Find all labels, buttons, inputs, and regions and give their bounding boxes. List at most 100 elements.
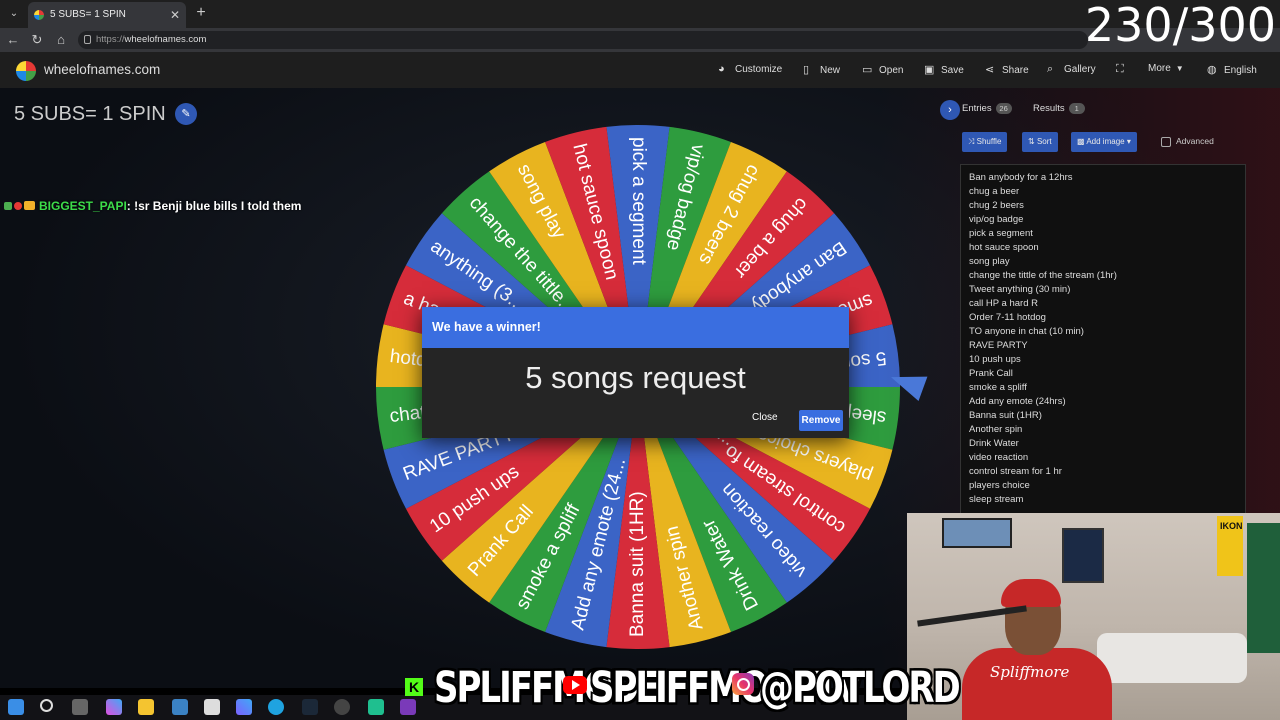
new-tab-button[interactable]: + [192,4,210,22]
streamer-cap [1001,579,1061,607]
new-label: New [820,65,841,76]
back-arrow-icon[interactable]: ← [4,31,22,49]
sort-button[interactable]: ⇅ Sort [1022,132,1058,152]
entry-item: chug a beer [969,186,1020,197]
add-image-button[interactable]: ▩ Add image ▾ [1071,132,1137,152]
url-scheme: https:// [96,34,125,45]
advanced-label: Advanced [1176,136,1214,146]
task-view-icon[interactable] [72,699,88,715]
chevron-down-icon: ▼ [1175,64,1184,73]
entry-item: smoke a spliff [969,382,1027,393]
windows-start-icon[interactable] [8,699,24,715]
streamer-hoodie [962,648,1112,720]
sort-label: Sort [1036,137,1052,146]
language-button[interactable]: ◍ English [1207,63,1257,76]
screen: ⌄ 5 SUBS= 1 SPIN ✕ + ← ↻ ⌂ https://wheel… [0,0,1280,720]
lock-icon [84,35,91,44]
chat-badge-icon [24,201,35,210]
steam-icon[interactable] [302,699,318,715]
collapse-panel-chevron-icon[interactable]: › [940,100,960,120]
sub-goal-counter: 230/300 [1084,0,1276,52]
wheel-logo-icon[interactable] [16,61,36,81]
wall-picture [942,518,1012,548]
globe-icon: ◍ [1207,64,1217,76]
share-icon: ⋖ [985,64,995,76]
results-count-badge: 1 [1068,103,1085,114]
tab-entries[interactable]: Entries 26 [962,103,1012,114]
file-explorer-icon[interactable] [138,699,154,715]
hoodie-text: Spliffmore [990,663,1070,681]
tab-results-label: Results [1033,103,1065,114]
customize-button[interactable]: ◕ Customize [718,63,782,75]
edit-title-pencil-icon[interactable]: ✎ [175,103,197,125]
fullscreen-button[interactable]: ⛶ [1116,63,1133,76]
kick-logo-icon: K [405,678,423,696]
entry-item: TO anyone in chat (10 min) [969,326,1084,337]
customize-label: Customize [735,64,783,75]
wall-poster [1062,528,1104,583]
url-field[interactable]: https://wheelofnames.com [78,31,1088,49]
wheel-segment-label: Banna suit (1HR) [627,491,648,637]
share-label: Share [1002,65,1029,76]
more-button[interactable]: More ▼ [1148,63,1193,74]
entry-item: vip/og badge [969,214,1024,225]
save-icon: ▣ [924,64,935,76]
entries-textarea[interactable]: Ban anybody for a 12hrs chug a beer chug 2… [960,164,1246,514]
webcam-feed: IKON Spliffmore [907,513,1280,720]
shuffle-button[interactable]: ⤨ Shuffle [962,132,1008,152]
chat-username: BIGGEST_PAPI [39,199,127,213]
entry-item: Order 7-11 hotdog [969,312,1046,323]
obs-icon[interactable] [334,699,350,715]
christmas-tree [1247,523,1280,653]
tab-list-chevron-icon[interactable]: ⌄ [4,4,24,24]
wheel-title[interactable]: 5 SUBS= 1 SPIN [14,103,166,126]
chevron-down-icon: ▾ [1124,137,1131,146]
save-button[interactable]: ▣ Save [924,63,964,76]
home-icon[interactable]: ⌂ [52,31,70,49]
open-button[interactable]: ▭ Open [862,63,903,76]
edge-icon[interactable] [268,699,284,715]
app-icon[interactable] [236,699,252,715]
sort-icon: ⇅ [1028,137,1037,146]
entry-item: 10 push ups [969,354,1021,365]
url-host: wheelofnames.com [124,34,207,45]
dialog-body: 5 songs request [422,348,849,438]
youtube-logo-icon [563,676,587,694]
couch [1097,633,1247,683]
new-button[interactable]: ▯ New [803,63,840,76]
site-header: wheelofnames.com ◕ Customize ▯ New ▭ Open ▣… [0,52,1280,88]
gallery-button[interactable]: ⌕ Gallery [1047,63,1096,76]
save-label: Save [941,65,964,76]
entry-item: Banna suit (1HR) [969,410,1042,421]
entry-item: Tweet anything (30 min) [969,284,1071,295]
app-icon[interactable] [400,699,416,715]
instagram-handle: @POTLORD [759,662,962,715]
remove-button[interactable]: Remove [799,410,843,431]
entries-count-badge: 26 [995,103,1012,114]
store-icon[interactable] [204,699,220,715]
winner-dialog: We have a winner! 5 songs request [422,307,849,438]
entry-item: Another spin [969,424,1023,435]
chat-badge-icon [14,202,22,210]
tab-close-icon[interactable]: ✕ [170,2,180,28]
site-title[interactable]: wheelofnames.com [44,62,160,77]
entry-item: hot sauce spoon [969,242,1039,253]
close-button[interactable]: Close [752,412,778,423]
share-button[interactable]: ⋖ Share [985,63,1029,76]
copilot-icon[interactable] [106,699,122,715]
entry-item: Drink Water [969,438,1019,449]
outlook-icon[interactable] [172,699,188,715]
reload-icon[interactable]: ↻ [28,31,46,49]
add-image-label: Add image [1086,137,1125,146]
app-icon[interactable] [368,699,384,715]
advanced-checkbox[interactable] [1161,137,1171,147]
browser-tab[interactable]: 5 SUBS= 1 SPIN ✕ [28,2,186,28]
entry-item: pick a segment [969,228,1033,239]
entry-item: chug 2 beers [969,200,1024,211]
dialog-title: We have a winner! [422,307,849,348]
tab-results[interactable]: Results 1 [1033,103,1085,114]
winner-name: 5 songs request [525,360,746,395]
folder-icon: ▭ [862,64,873,76]
search-icon[interactable] [40,699,53,712]
site-favicon-icon [34,10,44,20]
